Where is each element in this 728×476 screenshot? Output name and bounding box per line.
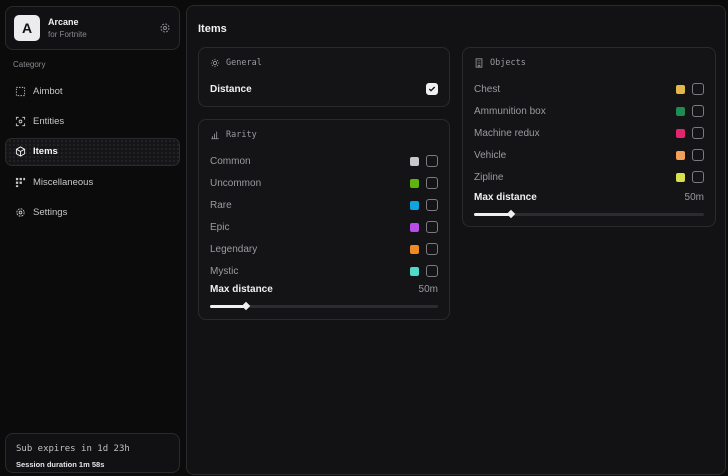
bar-chart-icon bbox=[211, 131, 219, 140]
sidebar-nav: Aimbot Entities Items Miscellaneous Sett… bbox=[5, 77, 180, 229]
rarity-row: Uncommon bbox=[210, 175, 438, 191]
row-label: Mystic bbox=[210, 265, 239, 277]
sidebar-item-label: Items bbox=[33, 146, 58, 158]
slider-fill bbox=[474, 213, 511, 216]
toggle-checkbox[interactable] bbox=[426, 177, 438, 189]
sidebar-item-entities[interactable]: Entities bbox=[5, 107, 180, 135]
color-swatch[interactable] bbox=[410, 156, 419, 166]
rarity-row: Rare bbox=[210, 197, 438, 213]
objects-distance-slider[interactable] bbox=[474, 209, 704, 219]
row-label: Vehicle bbox=[474, 149, 507, 161]
objects-row: Zipline bbox=[474, 169, 704, 185]
toggle-checkbox[interactable] bbox=[426, 243, 438, 255]
rarity-row: Epic bbox=[210, 219, 438, 235]
panel-header: General bbox=[210, 58, 262, 68]
toggle-checkbox[interactable] bbox=[426, 155, 438, 167]
sidebar-item-label: Settings bbox=[33, 207, 68, 219]
slider-handle[interactable] bbox=[506, 209, 516, 219]
brand-subtitle: for Fortnite bbox=[48, 30, 87, 39]
objects-row: Ammunition box bbox=[474, 103, 704, 119]
sidebar-item-settings[interactable]: Settings bbox=[5, 199, 180, 227]
row-label: Ammunition box bbox=[474, 105, 546, 117]
max-distance-value: 50m bbox=[684, 192, 704, 203]
brand-title: Arcane bbox=[48, 17, 79, 27]
gear-icon[interactable] bbox=[159, 22, 171, 34]
color-swatch[interactable] bbox=[410, 200, 419, 210]
color-swatch[interactable] bbox=[676, 84, 685, 94]
row-label: Common bbox=[210, 155, 251, 167]
row-label: Rare bbox=[210, 199, 232, 211]
check-icon bbox=[428, 86, 436, 92]
brand-logo: A bbox=[14, 15, 40, 41]
general-row-distance: Distance bbox=[210, 81, 438, 97]
row-label: Epic bbox=[210, 221, 230, 233]
box-icon bbox=[15, 146, 26, 157]
sidebar-item-aimbot[interactable]: Aimbot bbox=[5, 77, 180, 105]
gear-icon bbox=[16, 208, 25, 217]
toggle-checkbox[interactable] bbox=[692, 171, 704, 183]
toggle-checkbox[interactable] bbox=[692, 127, 704, 139]
row-label: Chest bbox=[474, 83, 501, 95]
objects-row: Chest bbox=[474, 81, 704, 97]
color-swatch[interactable] bbox=[410, 244, 419, 254]
sidebar: A Arcane for Fortnite Category Aimbot En… bbox=[4, 4, 182, 473]
color-swatch[interactable] bbox=[410, 222, 419, 232]
max-distance-value: 50m bbox=[418, 284, 438, 295]
panel-header-label: Objects bbox=[490, 58, 526, 68]
panel-header-label: General bbox=[226, 58, 262, 68]
rarity-row: Mystic bbox=[210, 263, 438, 279]
color-swatch[interactable] bbox=[676, 128, 685, 138]
toggle-checkbox[interactable] bbox=[692, 149, 704, 161]
color-swatch[interactable] bbox=[410, 178, 419, 188]
toggle-checkbox[interactable] bbox=[426, 265, 438, 277]
scan-icon bbox=[15, 116, 26, 126]
row-label: Zipline bbox=[474, 171, 504, 183]
row-label: Legendary bbox=[210, 243, 258, 255]
main-content: Items General Distance Rarity Common Unco… bbox=[186, 5, 726, 475]
sidebar-item-label: Entities bbox=[33, 115, 65, 127]
color-swatch[interactable] bbox=[676, 172, 685, 182]
objects-row: Machine redux bbox=[474, 125, 704, 141]
color-swatch[interactable] bbox=[410, 266, 419, 276]
objects-panel: Objects Chest Ammunition box Machine redux… bbox=[462, 47, 716, 227]
toggle-checkbox[interactable] bbox=[692, 105, 704, 117]
subscription-box: Sub expires in 1d 23h Session duration 1… bbox=[5, 433, 180, 473]
color-swatch[interactable] bbox=[676, 106, 685, 116]
max-distance-label: Max distance bbox=[474, 192, 537, 203]
sun-icon bbox=[210, 58, 220, 68]
distance-checkbox[interactable] bbox=[426, 83, 438, 95]
toggle-checkbox[interactable] bbox=[692, 83, 704, 95]
subscription-expiry: Sub expires in 1d 23h bbox=[16, 444, 130, 454]
rarity-row: Common bbox=[210, 153, 438, 169]
crosshair-icon bbox=[15, 86, 26, 96]
toggle-checkbox[interactable] bbox=[426, 199, 438, 211]
general-panel: General Distance bbox=[198, 47, 450, 107]
max-distance-label: Max distance bbox=[210, 284, 273, 295]
category-label: Category bbox=[13, 60, 46, 69]
objects-max-distance-row: Max distance 50m bbox=[474, 192, 704, 203]
building-icon bbox=[475, 58, 483, 68]
row-label: Distance bbox=[210, 83, 252, 95]
toggle-checkbox[interactable] bbox=[426, 221, 438, 233]
row-label: Uncommon bbox=[210, 177, 262, 189]
sidebar-item-miscellaneous[interactable]: Miscellaneous bbox=[5, 168, 180, 196]
color-swatch[interactable] bbox=[676, 150, 685, 160]
sidebar-item-label: Miscellaneous bbox=[33, 176, 94, 188]
rarity-panel: Rarity Common Uncommon Rare Epic Legendary My… bbox=[198, 119, 450, 320]
page-title: Items bbox=[198, 23, 227, 35]
brand-card: A Arcane for Fortnite bbox=[5, 6, 180, 50]
row-label: Machine redux bbox=[474, 127, 540, 139]
panel-header: Objects bbox=[474, 58, 526, 68]
grid-icon bbox=[15, 177, 26, 187]
rarity-distance-slider[interactable] bbox=[210, 301, 438, 311]
sidebar-item-label: Aimbot bbox=[33, 85, 63, 97]
slider-handle[interactable] bbox=[242, 301, 251, 311]
sidebar-item-items[interactable]: Items bbox=[5, 137, 180, 166]
rarity-max-distance-row: Max distance 50m bbox=[210, 284, 438, 295]
panel-header: Rarity bbox=[210, 130, 257, 140]
objects-row: Vehicle bbox=[474, 147, 704, 163]
rarity-row: Legendary bbox=[210, 241, 438, 257]
panel-header-label: Rarity bbox=[226, 130, 257, 140]
session-duration: Session duration 1m 58s bbox=[16, 460, 105, 469]
